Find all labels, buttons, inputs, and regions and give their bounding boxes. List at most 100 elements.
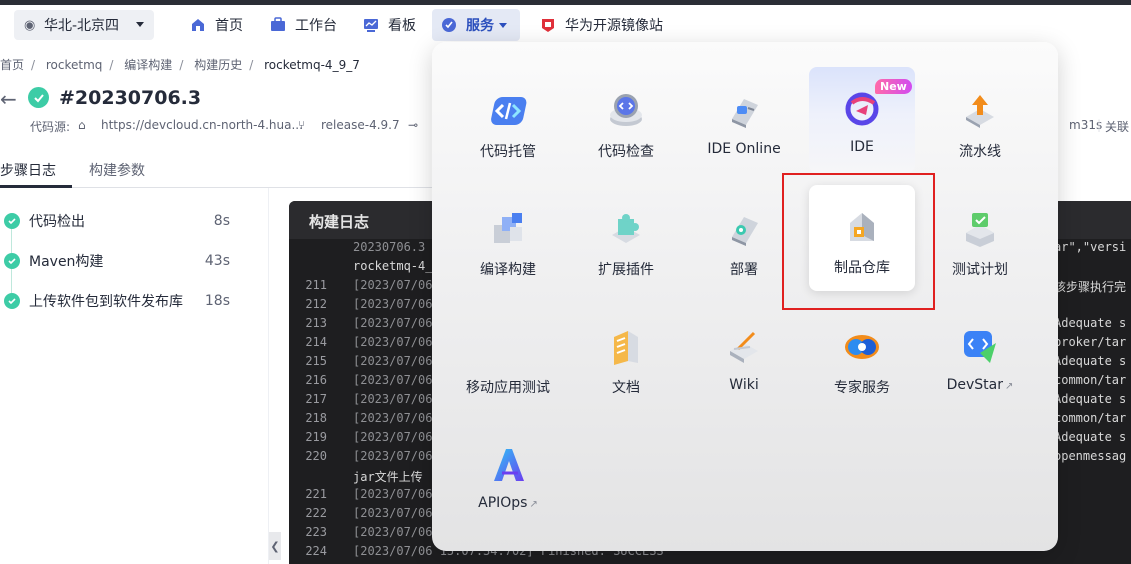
docs-icon — [614, 331, 638, 365]
meta-divider: | — [1097, 118, 1102, 132]
pipeline-icon — [966, 95, 994, 128]
step-connector — [11, 229, 12, 253]
chevron-down-icon — [499, 22, 507, 28]
log-line-right: common/tar — [1054, 411, 1127, 425]
service-label: DevStar ↗ — [946, 377, 1014, 393]
success-check-icon — [4, 253, 20, 269]
top-navbar: ◉ 华北-北京四 首页 工作台 看板 服务 华为开源镜像站 — [0, 5, 1131, 45]
wiki-icon — [730, 331, 758, 363]
ide-icon — [845, 92, 879, 126]
log-tabs: 步骤日志 构建参数 — [0, 152, 440, 188]
log-line-right: Adequate s — [1054, 316, 1127, 330]
region-selector[interactable]: ◉ 华北-北京四 — [14, 10, 154, 40]
nav-workbench-label: 工作台 — [295, 18, 337, 34]
location-pin-icon: ◉ — [24, 17, 36, 33]
service-apiops[interactable]: APIOps ↗ — [455, 423, 561, 529]
source-url[interactable]: https://devcloud.cn-north-4.hua... — [101, 118, 303, 132]
service-code-hosting[interactable]: 代码托管 — [455, 69, 561, 175]
service-build[interactable]: 编译构建 — [455, 187, 561, 293]
related-link[interactable]: 关联 — [1105, 118, 1129, 135]
tab-step-log[interactable]: 步骤日志 — [0, 160, 56, 180]
service-plugins[interactable]: 扩展插件 — [573, 187, 679, 293]
breadcrumb-item[interactable]: 构建历史 — [194, 58, 242, 72]
commit-icon: ⊸ — [408, 118, 419, 132]
step-name: Maven构建 — [29, 254, 104, 270]
nav-services[interactable]: 服务 — [432, 9, 520, 41]
devstar-icon — [964, 331, 996, 363]
breadcrumb-current: rocketmq-4_9_7 — [264, 58, 360, 72]
deploy-icon — [732, 217, 758, 246]
step-duration: 8s — [213, 213, 230, 229]
nav-dashboard[interactable]: 看板 — [354, 9, 424, 41]
external-link-icon: ↗ — [529, 499, 538, 510]
breadcrumb-item[interactable]: 编译构建 — [124, 58, 172, 72]
breadcrumb-item[interactable]: rocketmq — [46, 58, 103, 72]
panel-divider — [268, 188, 269, 564]
nav-home[interactable]: 首页 — [181, 9, 251, 41]
service-label: 流水线 — [959, 144, 1001, 160]
repo-icon: ⌂ — [78, 118, 86, 132]
step-item[interactable]: 上传软件包到软件发布库 18s — [4, 291, 234, 311]
service-pipeline[interactable]: 流水线 — [927, 69, 1033, 175]
service-expert[interactable]: 专家服务 — [809, 305, 915, 411]
apiops-icon — [494, 449, 524, 481]
code-hosting-icon — [491, 97, 527, 125]
step-connector — [11, 269, 12, 293]
log-line-right: Adequate s — [1054, 392, 1127, 406]
service-wiki[interactable]: Wiki — [691, 305, 797, 411]
step-name: 代码检出 — [29, 214, 85, 230]
breadcrumb-item[interactable]: 首页 — [0, 58, 24, 72]
home-icon — [189, 16, 207, 34]
step-item[interactable]: 代码检出 8s — [4, 211, 234, 231]
success-check-icon — [4, 293, 20, 309]
chevron-down-icon — [136, 22, 144, 27]
step-duration: 18s — [204, 293, 230, 309]
workbench-icon — [269, 16, 287, 34]
tab-build-params[interactable]: 构建参数 — [89, 160, 145, 180]
dashboard-icon — [362, 16, 380, 34]
nav-dashboard-label: 看板 — [388, 18, 416, 34]
back-arrow-icon[interactable]: ← — [0, 87, 17, 111]
service-icon — [440, 16, 458, 34]
step-item[interactable]: Maven构建 43s — [4, 251, 234, 271]
test-plan-icon — [966, 213, 994, 247]
service-ide-online[interactable]: IDE Online — [691, 69, 797, 175]
service-test-plan[interactable]: 测试计划 — [927, 187, 1033, 293]
log-line-right: common/tar — [1054, 373, 1127, 387]
nav-mirror-label: 华为开源镜像站 — [565, 18, 663, 34]
service-docs[interactable]: 文档 — [573, 305, 679, 411]
service-mobile-test[interactable]: 移动应用测试 — [455, 305, 561, 411]
source-label: 代码源: — [30, 120, 71, 134]
service-code-check[interactable]: 代码检查 — [573, 69, 679, 175]
code-check-icon — [610, 94, 642, 126]
nav-home-label: 首页 — [215, 18, 243, 34]
service-ide[interactable]: New IDE — [809, 67, 915, 173]
build-icon — [494, 213, 522, 243]
nav-workbench[interactable]: 工作台 — [261, 9, 345, 41]
ide-online-icon — [732, 99, 758, 128]
log-right-message: 该步骤执行完 — [1054, 280, 1127, 294]
service-devstar[interactable]: DevStar ↗ — [927, 305, 1033, 411]
build-number: #20230706.3 — [59, 87, 202, 109]
log-partial-line: 20230706.3 — [353, 240, 426, 254]
external-link-icon: ↗ — [1005, 381, 1014, 392]
service-label: APIOps ↗ — [478, 495, 538, 511]
log-line-right: openmessag — [1054, 449, 1127, 463]
success-check-icon — [4, 213, 20, 229]
success-check-icon — [28, 87, 49, 108]
collapse-panel-button[interactable]: ❮ — [269, 532, 281, 560]
nav-mirror[interactable]: 华为开源镜像站 — [531, 9, 671, 41]
services-dropdown: 代码托管 代码检查 IDE Online New IDE 流水线 编译构建 扩展… — [432, 42, 1058, 551]
mirror-icon — [539, 16, 557, 34]
region-label: 华北-北京四 — [44, 18, 120, 34]
plugin-icon — [612, 214, 640, 243]
log-partial-right: ar","versi — [1054, 240, 1127, 254]
step-duration: 43s — [204, 253, 230, 269]
branch-name: release-4.9.7 — [321, 118, 400, 132]
log-line-right: broker/tar — [1054, 335, 1127, 349]
branch-icon: ⑂ — [298, 118, 306, 132]
log-line-right: Adequate s — [1054, 354, 1127, 368]
nav-services-label: 服务 — [466, 18, 494, 34]
highlight-box — [782, 173, 935, 310]
step-name: 上传软件包到软件发布库 — [29, 294, 183, 310]
